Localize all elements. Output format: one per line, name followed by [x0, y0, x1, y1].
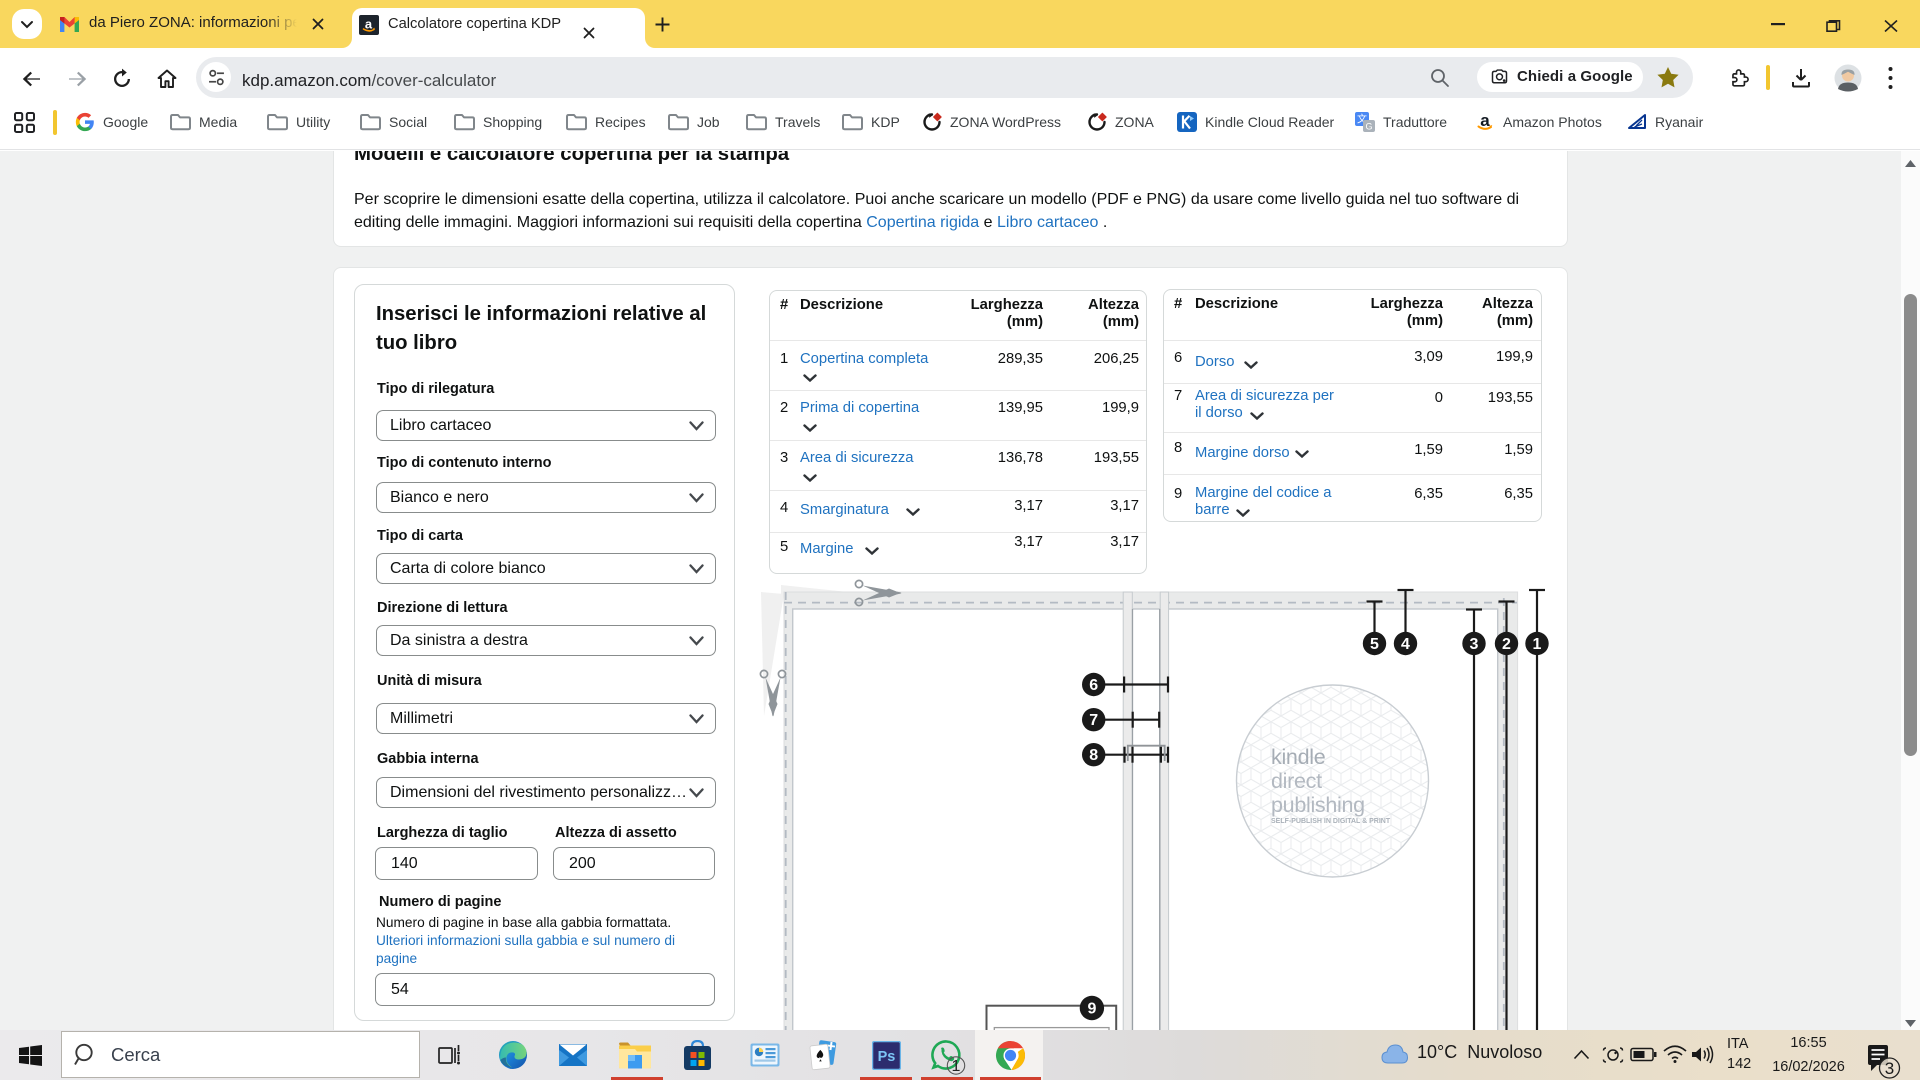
svg-text:Ps: Ps	[878, 1049, 896, 1065]
svg-text:6: 6	[1089, 677, 1098, 694]
svg-text:publishing: publishing	[1271, 793, 1365, 817]
svg-text:direct: direct	[1271, 769, 1322, 793]
svg-text:5: 5	[1370, 636, 1379, 653]
svg-text:8: 8	[1089, 747, 1098, 764]
svg-text:3: 3	[1885, 1059, 1894, 1078]
svg-text:kindle: kindle	[1271, 745, 1325, 769]
svg-text:4: 4	[1401, 636, 1410, 653]
svg-text:G: G	[1365, 122, 1372, 132]
svg-text:7: 7	[1089, 712, 1098, 729]
svg-text:a: a	[365, 17, 373, 32]
svg-text:1: 1	[952, 1058, 961, 1075]
svg-text:1: 1	[1533, 636, 1542, 653]
svg-text:3: 3	[1470, 636, 1479, 653]
svg-text:9: 9	[1087, 1001, 1096, 1018]
svg-text:2: 2	[1502, 636, 1511, 653]
svg-text:SELF-PUBLISH IN DIGITAL & PRIN: SELF-PUBLISH IN DIGITAL & PRINT	[1271, 818, 1391, 825]
